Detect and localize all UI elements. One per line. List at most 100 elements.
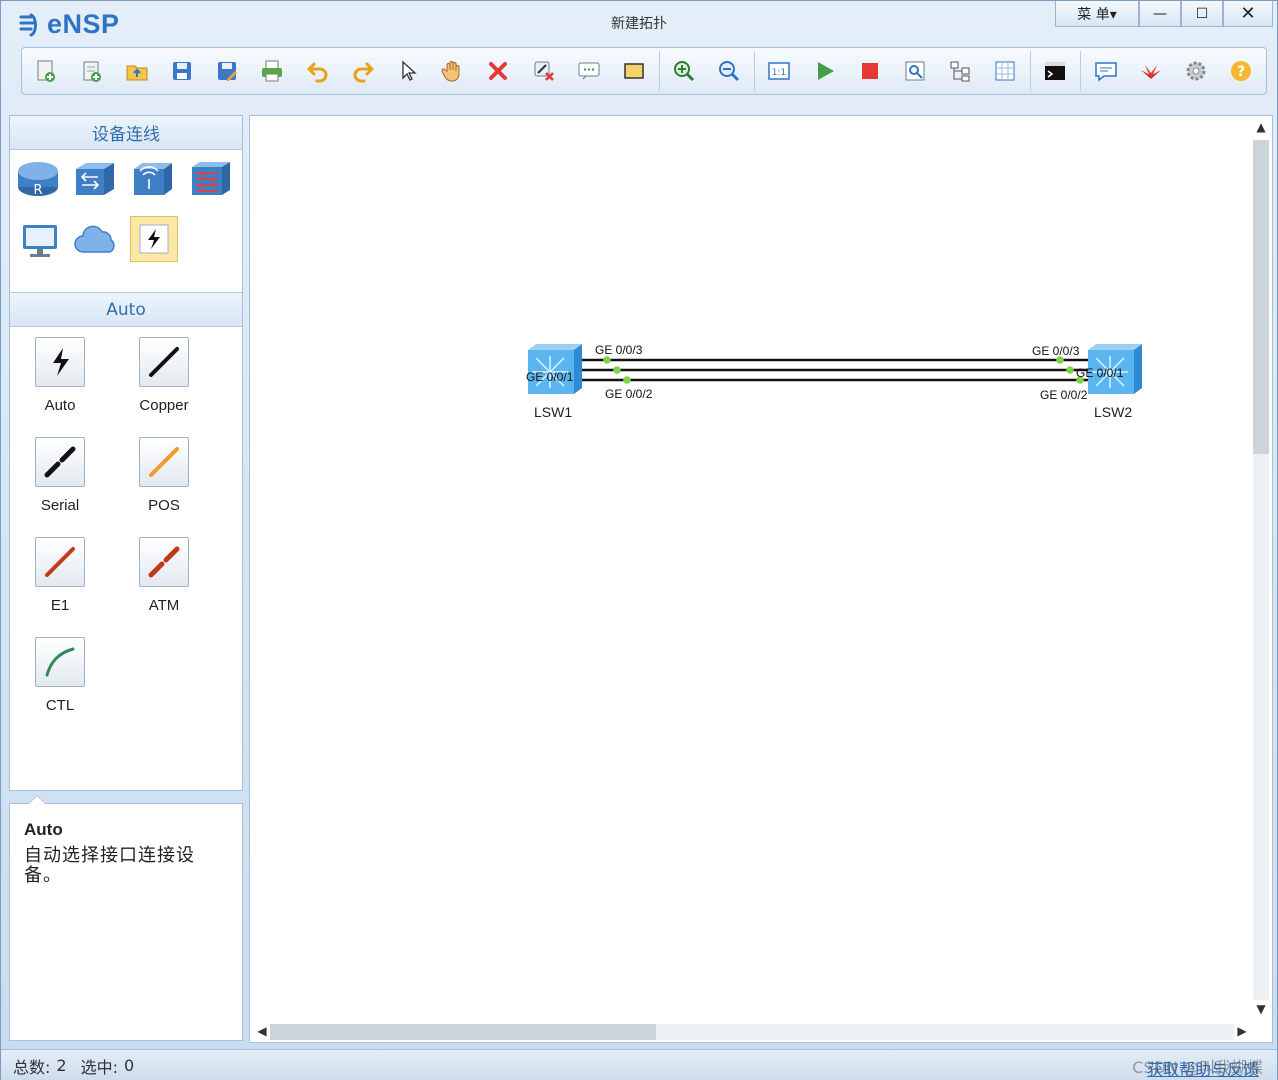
cable-item-copper[interactable]: Copper	[119, 337, 209, 414]
pc-icon	[23, 225, 57, 257]
port-label: GE 0/0/3	[1032, 344, 1080, 358]
cable-item-box	[35, 537, 85, 587]
text-note-button[interactable]	[568, 51, 609, 91]
new-lab-icon	[83, 61, 101, 82]
print-button[interactable]	[252, 51, 293, 91]
grid-button[interactable]	[985, 51, 1026, 91]
start-device-button[interactable]	[804, 51, 845, 91]
new-lab-button[interactable]	[71, 51, 112, 91]
pc-category[interactable]	[16, 218, 64, 264]
pan-hand-icon	[441, 61, 460, 82]
connection-category[interactable]	[130, 216, 178, 262]
horizontal-scrollbar[interactable]: ◀ ▶	[254, 1022, 1250, 1040]
switch-category[interactable]	[70, 156, 118, 202]
maximize-button[interactable]: ☐	[1181, 1, 1223, 27]
device-panel: 设备连线 R Auto Auto Copper Serial POS E1 AT…	[9, 115, 243, 791]
save-as-button[interactable]	[207, 51, 248, 91]
title-bar: eNSP 新建拓扑 菜 单▾ — ☐ ✕	[1, 1, 1277, 45]
select-pointer-icon	[402, 60, 417, 81]
undo-icon	[307, 62, 328, 83]
link-status-dot	[1066, 366, 1074, 374]
copper-cable-icon	[149, 347, 179, 377]
help-button[interactable]: ?	[1221, 51, 1262, 91]
save-icon	[173, 62, 191, 80]
save-button[interactable]	[162, 51, 203, 91]
undo-button[interactable]	[297, 51, 338, 91]
settings-button[interactable]	[1176, 51, 1217, 91]
auto-cable-icon	[53, 348, 69, 376]
fit-view-button[interactable]: 1:1	[759, 51, 800, 91]
grid-icon	[995, 61, 1015, 81]
svg-text:?: ?	[1237, 64, 1245, 80]
capture-icon	[905, 61, 925, 81]
cable-item-ctl[interactable]: CTL	[15, 637, 105, 714]
close-button[interactable]: ✕	[1223, 1, 1273, 27]
delete-button[interactable]	[478, 51, 519, 91]
minimize-button[interactable]: —	[1139, 1, 1181, 27]
cable-item-e1[interactable]: E1	[15, 537, 105, 614]
forum-button[interactable]	[1085, 51, 1126, 91]
cable-label: POS	[148, 497, 180, 514]
zoom-out-button[interactable]	[709, 51, 750, 91]
stop-device-icon	[861, 63, 878, 79]
pan-button[interactable]	[433, 51, 474, 91]
cable-item-auto[interactable]: Auto	[15, 337, 105, 414]
wlan-category[interactable]	[128, 156, 176, 202]
zoom-in-button[interactable]	[664, 51, 705, 91]
topology-canvas[interactable]: GE 0/0/3 GE 0/0/1 GE 0/0/2 GE 0/0/3 GE 0…	[249, 115, 1273, 1043]
description-panel: Auto 自动选择接口连接设备。	[9, 795, 243, 1041]
router-category[interactable]: R	[14, 156, 62, 202]
stop-device-button[interactable]	[849, 51, 890, 91]
vertical-scrollbar[interactable]: ▲ ▼	[1252, 120, 1270, 1020]
open-button[interactable]	[116, 51, 157, 91]
atm-cable-icon	[148, 546, 180, 578]
settings-icon	[1186, 61, 1206, 81]
cable-label: Serial	[40, 497, 80, 514]
wlan-icon	[134, 163, 172, 195]
toolbar-separator	[658, 51, 660, 91]
redo-button[interactable]	[342, 51, 383, 91]
ensp-window: eNSP 新建拓扑 菜 单▾ — ☐ ✕ 1:1 ? 设备连线 R Auto A…	[0, 0, 1278, 1080]
help-icon: ?	[1231, 61, 1252, 81]
router-icon: R	[18, 162, 58, 198]
scroll-thumb[interactable]	[1253, 140, 1269, 454]
description-text: 自动选择接口连接设备。	[24, 845, 195, 886]
main-toolbar: 1:1 ?	[21, 47, 1267, 95]
link-status-dot	[603, 356, 611, 364]
new-topology-button[interactable]	[26, 51, 67, 91]
firewall-category[interactable]	[186, 156, 234, 202]
forum-icon	[1094, 62, 1117, 82]
cable-item-pos[interactable]: POS	[119, 437, 209, 514]
capture-button[interactable]	[895, 51, 936, 91]
huawei-button[interactable]	[1130, 51, 1171, 91]
connection-icon	[139, 224, 169, 254]
ctl-cable-icon	[45, 647, 75, 677]
total-count-label: 总数:	[13, 1057, 51, 1077]
device-label-lsw1: LSW1	[534, 404, 572, 420]
delete-link-button[interactable]	[523, 51, 564, 91]
cloud-category[interactable]	[72, 218, 120, 264]
scroll-left-arrow[interactable]: ◀	[254, 1022, 270, 1040]
rectangle-button[interactable]	[613, 51, 654, 91]
window-controls: 菜 单▾ — ☐ ✕	[1055, 1, 1273, 27]
total-count-value: 2	[56, 1056, 67, 1075]
cloud-icon	[74, 225, 115, 253]
device-panel-header: 设备连线	[10, 116, 242, 150]
description-pointer	[28, 795, 46, 804]
cable-item-atm[interactable]: ATM	[119, 537, 209, 614]
console-button[interactable]	[1035, 51, 1076, 91]
svg-text:R: R	[33, 183, 42, 198]
main-menu-button[interactable]: 菜 单▾	[1055, 1, 1139, 27]
scroll-up-arrow[interactable]: ▲	[1252, 120, 1270, 138]
topology-tree-button[interactable]	[940, 51, 981, 91]
scroll-right-arrow[interactable]: ▶	[1234, 1022, 1250, 1040]
new-topology-icon	[37, 60, 56, 82]
switch-lsw1[interactable]	[528, 344, 582, 394]
cable-type-list: Auto Copper Serial POS E1 ATM CTL	[10, 327, 242, 787]
link-status-dot	[613, 366, 621, 374]
cable-item-serial[interactable]: Serial	[15, 437, 105, 514]
zoom-out-icon	[719, 61, 740, 82]
select-button[interactable]	[388, 51, 429, 91]
scroll-thumb[interactable]	[270, 1024, 656, 1040]
scroll-down-arrow[interactable]: ▼	[1252, 1002, 1270, 1020]
